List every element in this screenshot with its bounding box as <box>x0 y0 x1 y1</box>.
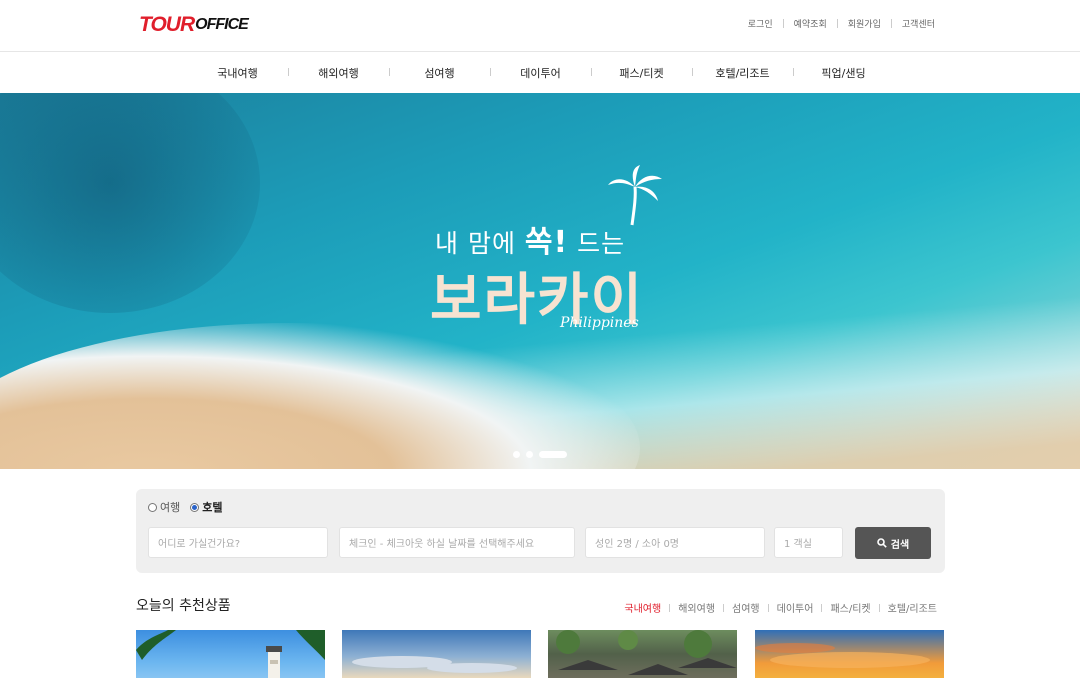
divider <box>821 603 823 612</box>
slide-dot-3-active[interactable] <box>539 451 567 458</box>
guests-select[interactable]: 성인 2명 / 소아 0명 <box>585 527 765 558</box>
nav-item-pass-ticket[interactable]: 패스/티켓 <box>591 65 692 81</box>
utility-links: 로그인 예약조회 회원가입 고객센터 <box>748 17 935 30</box>
tab-overseas[interactable]: 해외여행 <box>678 600 715 615</box>
reservation-lookup-link[interactable]: 예약조회 <box>794 17 827 30</box>
divider <box>836 19 838 28</box>
hero-headline-post: 드는 <box>568 229 626 258</box>
divider <box>669 603 671 612</box>
nav-item-daytour[interactable]: 데이투어 <box>490 65 591 81</box>
section-title: 오늘의 추천상품 <box>136 598 231 614</box>
radio-circle[interactable] <box>190 502 200 512</box>
search-type-radios: 여행 호텔 <box>148 499 223 515</box>
divider <box>878 603 880 612</box>
recommend-tabs: 국내여행 해외여행 섬여행 데이투어 패스/티켓 호텔/리조트 <box>624 600 937 615</box>
product-thumbnail-1[interactable] <box>136 630 325 678</box>
village-roofs-image <box>556 630 737 675</box>
divider <box>723 603 725 612</box>
product-thumbnail-4[interactable] <box>755 630 944 678</box>
hero-country: Philippines <box>560 315 639 331</box>
logo[interactable]: TOUR OFFICE <box>139 13 249 36</box>
lighthouse-palm-image <box>136 630 325 678</box>
rooms-select[interactable]: 1 객실 <box>774 527 843 558</box>
tab-pass-ticket[interactable]: 패스/티켓 <box>830 600 870 615</box>
slider-pagination <box>513 451 567 458</box>
radio-travel[interactable]: 여행 <box>148 499 180 515</box>
divider <box>890 19 892 28</box>
radio-travel-label: 여행 <box>160 501 181 514</box>
tab-domestic[interactable]: 국내여행 <box>624 600 661 615</box>
sunset-image <box>755 643 930 668</box>
top-bar: TOUR OFFICE 로그인 예약조회 회원가입 고객센터 <box>0 0 1080 52</box>
divider <box>767 603 769 612</box>
tab-hotel-resort[interactable]: 호텔/리조트 <box>888 600 937 615</box>
customer-center-link[interactable]: 고객센터 <box>902 17 935 30</box>
nav-item-overseas[interactable]: 해외여행 <box>288 65 389 81</box>
search-button[interactable]: 검색 <box>855 527 931 559</box>
nav-item-island[interactable]: 섬여행 <box>389 65 490 81</box>
destination-input[interactable]: 어디로 가실건가요? <box>148 527 328 558</box>
date-range-input[interactable]: 체크인 - 체크아웃 하실 날짜를 선택해주세요 <box>339 527 575 558</box>
hero-banner[interactable]: 내 맘에 쏙! 드는 보라카이 Philippines <box>0 93 1080 469</box>
search-icon <box>876 538 887 548</box>
radio-hotel-label: 호텔 <box>202 501 223 514</box>
hero-headline-pre: 내 맘에 <box>435 229 525 258</box>
login-link[interactable]: 로그인 <box>748 17 773 30</box>
nav-item-hotel-resort[interactable]: 호텔/리조트 <box>692 65 793 81</box>
search-button-label: 검색 <box>890 539 910 551</box>
logo-office-text: OFFICE <box>195 16 249 33</box>
nav-item-domestic[interactable]: 국내여행 <box>187 65 288 81</box>
tab-daytour[interactable]: 데이투어 <box>777 600 814 615</box>
signup-link[interactable]: 회원가입 <box>848 17 881 30</box>
tab-island[interactable]: 섬여행 <box>732 600 760 615</box>
radio-hotel[interactable]: 호텔 <box>190 499 223 515</box>
divider <box>782 19 784 28</box>
radio-circle[interactable] <box>148 502 157 512</box>
main-nav: 국내여행 해외여행 섬여행 데이투어 패스/티켓 호텔/리조트 픽업/샌딩 <box>0 53 1080 93</box>
product-thumbnail-2[interactable] <box>342 630 531 678</box>
nav-item-pickup-sending[interactable]: 픽업/샌딩 <box>793 65 894 81</box>
slide-dot-1[interactable] <box>513 451 520 458</box>
slide-dot-2[interactable] <box>526 451 533 458</box>
logo-tour-text: TOUR <box>139 13 195 36</box>
product-thumbnail-3[interactable] <box>548 630 737 678</box>
beach-sky-image <box>352 656 517 673</box>
search-panel: 여행 호텔 어디로 가실건가요? 체크인 - 체크아웃 하실 날짜를 선택해주세… <box>136 489 945 573</box>
